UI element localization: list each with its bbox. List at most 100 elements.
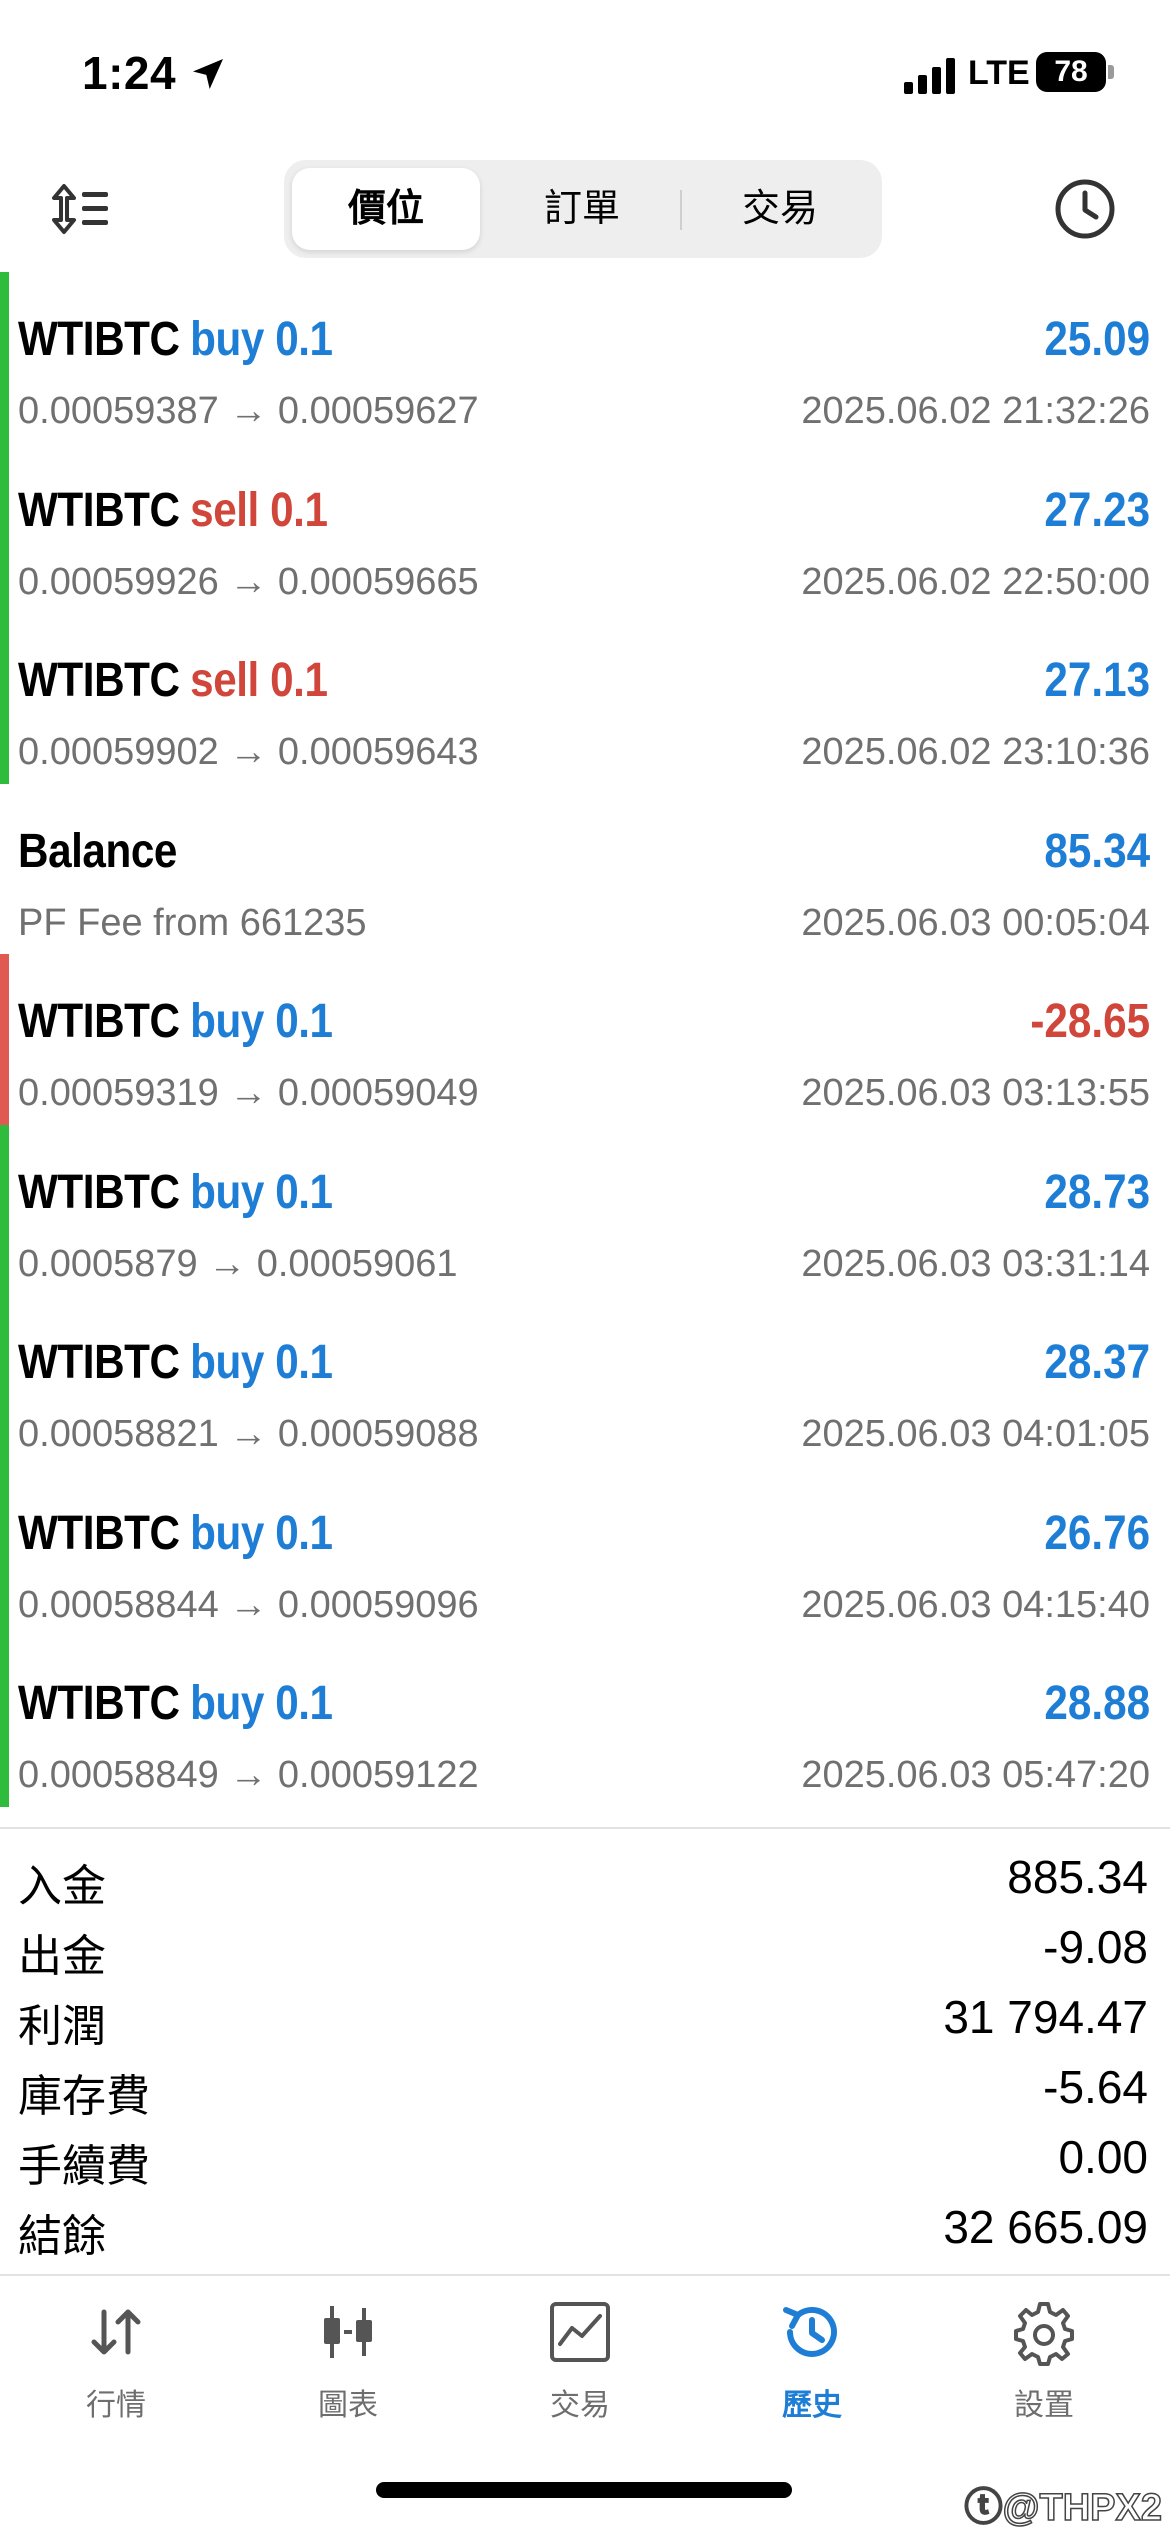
trade-time: 2025.06.03 03:13:55 [801, 1072, 1150, 1114]
price-range: 0.0005879 → 0.00059061 [18, 1242, 458, 1285]
symbol-name: WTIBTC [18, 1336, 180, 1389]
price-range: 0.00059387 → 0.00059627 [18, 390, 479, 432]
symbol-name: WTIBTC [18, 1677, 180, 1730]
profit-value: -28.65 [1030, 995, 1150, 1048]
tab-quotes[interactable]: 行情 [36, 2298, 196, 2428]
symbol-name: WTIBTC [18, 654, 180, 707]
profit-value: 27.13 [1044, 654, 1150, 707]
battery-cap [1108, 65, 1114, 79]
trade-side: sell 0.1 [190, 483, 328, 537]
list-item[interactable]: WTIBTC buy 0.1 28.37 0.00058821 → 0.00059… [0, 1295, 1170, 1466]
chart-icon [324, 2306, 372, 2358]
status-bar-indicator [0, 613, 9, 784]
summary-value: 885.34 [1007, 1851, 1148, 1903]
summary-label: 出金 [18, 1932, 106, 1981]
trade-side: sell 0.1 [190, 654, 328, 707]
price-range: 0.00058849 → 0.00059122 [18, 1754, 479, 1796]
history-icon [783, 2306, 837, 2357]
list-item[interactable]: WTIBTC buy 0.1 25.09 0.00059387 → 0.00059… [0, 272, 1170, 443]
balance-comment: PF Fee from 661235 [18, 901, 367, 944]
summary-label: 結餘 [18, 2212, 106, 2261]
trade-side: buy 0.1 [190, 1677, 333, 1730]
summary-label: 利潤 [18, 2002, 106, 2051]
profit-value: 85.34 [1044, 824, 1150, 878]
battery-level: 78 [1036, 52, 1106, 92]
trade-side: buy 0.1 [190, 313, 333, 366]
status-bar-indicator [0, 1465, 9, 1636]
account-summary: 入金 885.34 出金 -9.08 利潤 31 794.47 庫存費 -5.6… [0, 1842, 1170, 2262]
positions-list: WTIBTC buy 0.1 25.09 0.00059387 → 0.00059… [0, 272, 1170, 1807]
symbol-label: WTIBTC buy 0.1 [18, 1676, 333, 1731]
tab-deals[interactable]: 交易 [686, 168, 874, 250]
summary-value: -9.08 [1043, 1921, 1148, 1973]
list-item[interactable]: WTIBTC buy 0.1 28.73 0.0005879 → 0.000590… [0, 1124, 1170, 1295]
profit-value: 26.76 [1044, 1506, 1150, 1560]
price-range: 0.00059319 → 0.00059049 [18, 1072, 479, 1114]
price-range: 0.00058821 → 0.00059088 [18, 1413, 479, 1455]
divider [0, 1827, 1170, 1829]
summary-value: 0.00 [1058, 2131, 1148, 2183]
symbol-label: WTIBTC buy 0.1 [18, 312, 333, 367]
list-item[interactable]: WTIBTC buy 0.1 26.76 0.00058844 → 0.00059… [0, 1465, 1170, 1636]
status-time: 1:24 [82, 47, 177, 99]
list-item[interactable]: WTIBTC sell 0.1 27.13 0.00059902 → 0.0005… [0, 613, 1170, 784]
trade-side: buy 0.1 [190, 1336, 333, 1389]
trade-time: 2025.06.03 04:15:40 [801, 1583, 1150, 1626]
tab-trade[interactable]: 交易 [500, 2298, 660, 2428]
summary-row-deposit: 入金 885.34 [0, 1842, 1170, 1912]
tab-label: 交易 [550, 2389, 610, 2422]
summary-row-commission: 手續費 0.00 [0, 2122, 1170, 2192]
price-range: 0.00059926 → 0.00059665 [18, 560, 479, 603]
tab-orders[interactable]: 訂單 [488, 168, 676, 250]
bottom-tab-bar: 行情 圖表 交易 歷史 設置 [0, 2278, 1170, 2428]
sort-icon[interactable] [46, 174, 116, 244]
list-item[interactable]: WTIBTC buy 0.1 28.88 0.00058849 → 0.00059… [0, 1636, 1170, 1807]
trade-time: 2025.06.03 00:05:04 [801, 901, 1150, 944]
symbol-name: WTIBTC [18, 1165, 180, 1219]
profit-value: 25.09 [1044, 313, 1150, 366]
tab-settings[interactable]: 設置 [964, 2298, 1124, 2428]
tab-chart[interactable]: 圖表 [268, 2298, 428, 2428]
symbol-name: WTIBTC [18, 313, 180, 366]
profit-value: 28.73 [1044, 1165, 1150, 1219]
profit-value: 28.88 [1044, 1677, 1150, 1730]
trade-time: 2025.06.02 22:50:00 [801, 560, 1150, 603]
watermark: ⓣ@THPX2 [964, 2486, 1163, 2530]
list-item[interactable]: WTIBTC buy 0.1 -28.65 0.00059319 → 0.0005… [0, 954, 1170, 1125]
status-bar-indicator [0, 1636, 9, 1807]
home-indicator[interactable] [376, 2482, 792, 2498]
battery-icon: 78 [1036, 52, 1114, 92]
settings-icon [1014, 2302, 1074, 2366]
summary-label: 入金 [18, 1862, 106, 1911]
summary-value: 31 794.47 [943, 1991, 1148, 2043]
symbol-label: WTIBTC buy 0.1 [18, 1506, 333, 1561]
summary-row-balance: 結餘 32 665.09 [0, 2192, 1170, 2262]
symbol-name: WTIBTC [18, 995, 180, 1048]
symbol-name: WTIBTC [18, 483, 180, 537]
trade-time: 2025.06.03 05:47:20 [801, 1754, 1150, 1796]
tab-label: 行情 [86, 2389, 146, 2422]
summary-row-swap: 庫存費 -5.64 [0, 2052, 1170, 2122]
trade-side: buy 0.1 [190, 1506, 333, 1560]
trade-icon [550, 2302, 610, 2362]
clock-icon[interactable] [1050, 174, 1120, 244]
summary-label: 庫存費 [18, 2072, 150, 2121]
divider [0, 2274, 1170, 2276]
trade-time: 2025.06.02 23:10:36 [801, 731, 1150, 773]
tab-history[interactable]: 歷史 [732, 2298, 892, 2428]
summary-value: -5.64 [1043, 2061, 1148, 2113]
list-item[interactable]: WTIBTC sell 0.1 27.23 0.00059926 → 0.0005… [0, 442, 1170, 613]
status-bar-indicator [0, 1295, 9, 1466]
list-item[interactable]: Balance 85.34 PF Fee from 661235 2025.06… [0, 784, 1170, 955]
symbol-label: WTIBTC buy 0.1 [18, 1335, 333, 1390]
symbol-name: WTIBTC [18, 1506, 180, 1560]
tab-positions[interactable]: 價位 [292, 168, 480, 250]
tab-label: 設置 [1014, 2389, 1074, 2422]
segment-divider [680, 190, 682, 230]
symbol-label: WTIBTC buy 0.1 [18, 1165, 333, 1220]
status-bar-indicator [0, 1124, 9, 1295]
trade-time: 2025.06.03 03:31:14 [801, 1242, 1150, 1285]
trade-time: 2025.06.02 21:32:26 [801, 390, 1150, 432]
symbol-label: WTIBTC sell 0.1 [18, 653, 328, 708]
trade-side: buy 0.1 [190, 995, 333, 1048]
